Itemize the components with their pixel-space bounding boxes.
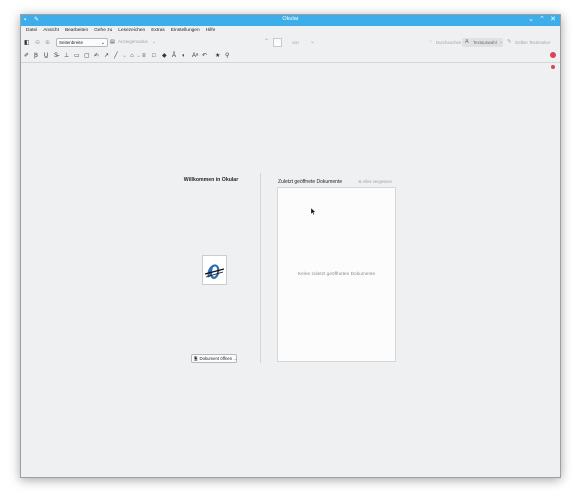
line-icon[interactable]: ╱ (114, 52, 118, 60)
close-icon[interactable]: ✕ (549, 16, 557, 24)
view-mode-icon: ▤ (110, 39, 115, 45)
menu-extras[interactable]: Extras (148, 26, 168, 36)
browse-tool-button[interactable]: Durchsuchen (436, 40, 461, 45)
fill-color-icon[interactable]: ◆ (162, 52, 167, 60)
title-bar: ▪ ✎ Okular ⌄ ⌃ ✕ (21, 15, 560, 26)
undo-style-icon[interactable]: ↶ (202, 52, 207, 60)
view-mode-button[interactable]: Anzeigemodus (118, 39, 148, 44)
browse-tool-icon: ◌ (429, 39, 433, 45)
previous-page-icon[interactable]: ⌃ (264, 38, 269, 46)
maximize-icon[interactable]: ⌃ (538, 16, 546, 24)
divider (260, 173, 261, 363)
menu-gehe-zu[interactable]: Gehe zu (91, 26, 115, 36)
menu-ansicht[interactable]: Ansicht (40, 26, 62, 36)
arrow-icon[interactable]: ↗ (104, 52, 109, 60)
page-number-field[interactable] (273, 38, 282, 47)
annotation-toolbar: ✐ Ꞵ U̲ S̶ ⊥ ▭ ▢ ✍ ↗ ╱ ⌄ ⌂ ⌄ ≡ □ ◆ Å ◐ Aᵃ… (21, 49, 560, 63)
font-color-icon[interactable]: Å (172, 52, 176, 60)
open-document-button[interactable]: 🗎 Dokument öffnen … (191, 354, 238, 363)
okular-window: ▪ ✎ Okular ⌄ ⌃ ✕ Datei Ansicht Bearbeite… (20, 14, 561, 478)
alert-dot (550, 52, 556, 58)
line-chevron-icon[interactable]: ⌄ (122, 52, 127, 60)
inline-note-icon[interactable]: ▭ (74, 52, 80, 60)
recent-documents-title: Zuletzt geöffnete Dokumente (278, 179, 343, 185)
underline-squiggle-icon[interactable]: Ꞵ (34, 52, 38, 60)
open-document-icon: 🗎 (194, 355, 198, 361)
text-select-chevron-icon: ⌄ (499, 39, 504, 45)
text-select-label: Textauswahl (473, 40, 497, 45)
menu-bar: Datei Ansicht Bearbeiten Gehe zu Lesezei… (21, 26, 560, 36)
zoom-in-icon[interactable]: ⊕ (45, 39, 50, 47)
freehand-line-icon[interactable]: ✍ (94, 52, 99, 60)
zoom-out-icon[interactable]: ⊖ (35, 39, 40, 47)
forget-all-label: Alles vergessen (362, 179, 393, 184)
stamp-chevron-icon[interactable]: ⌄ (136, 52, 141, 60)
welcome-screen: Willkommen in Okular 🗎 Dokument öffnen …… (21, 63, 560, 477)
sidebar-toggle-icon[interactable]: ◧ (24, 39, 30, 47)
chevron-down-icon: ⌄ (100, 40, 105, 46)
view-mode-chevron-icon: ⌄ (152, 39, 157, 45)
mouse-cursor-icon (311, 208, 316, 215)
menu-bearbeiten[interactable]: Bearbeiten (62, 26, 91, 36)
forget-all-button[interactable]: ⊗ Alles vergessen (358, 179, 392, 184)
strikeout-icon[interactable]: S̶ (54, 52, 58, 60)
text-select-icon: A (465, 39, 469, 45)
rectangle-icon[interactable]: □ (152, 52, 156, 60)
page-of-label: von (292, 40, 299, 45)
recent-documents-list[interactable]: Keine zuletzt geöffneten Dokumente (277, 187, 396, 362)
opacity-icon[interactable]: ◐ (182, 52, 186, 60)
favorite-star-icon[interactable]: ★ (215, 52, 220, 60)
open-document-label: Dokument öffnen … (199, 356, 238, 361)
recent-empty-message: Keine zuletzt geöffneten Dokumente (297, 272, 376, 277)
window-title: Okular (282, 16, 299, 22)
pin-annotation-icon[interactable]: ⚲ (225, 52, 229, 60)
highlighter-icon: ✎ (507, 39, 512, 45)
font-icon[interactable]: Aᵃ (192, 52, 198, 60)
menu-hilfe[interactable]: Hilfe (203, 26, 219, 36)
main-toolbar: ◧ ⊖ ⊕ Seitenbreite ⌄ ▤ Anzeigemodus ⌄ ⌃ … (21, 36, 560, 49)
settings-slider-icon[interactable]: ≡ (142, 52, 146, 60)
menu-datei[interactable]: Datei (23, 26, 40, 36)
typewriter-icon[interactable]: ⊥ (64, 52, 69, 60)
zoom-select-value: Seitenbreite (59, 40, 84, 45)
underline-icon[interactable]: U̲ (44, 52, 48, 60)
menu-einstellungen[interactable]: Einstellungen (168, 26, 203, 36)
stamp-icon[interactable]: ⌂ (130, 52, 134, 60)
highlighter-button[interactable]: Gelber Textmarker (515, 40, 550, 45)
menu-lesezeichen[interactable]: Lesezeichen (115, 26, 148, 36)
welcome-title: Willkommen in Okular (183, 177, 239, 183)
popup-note-icon[interactable]: ▢ (84, 52, 90, 60)
zoom-select[interactable]: Seitenbreite ⌄ (56, 38, 108, 47)
okular-logo-icon (202, 255, 227, 285)
highlight-tool-icon[interactable]: ✐ (24, 52, 29, 60)
minimize-icon[interactable]: ⌄ (527, 16, 535, 24)
next-page-icon[interactable]: ⌄ (310, 38, 315, 46)
